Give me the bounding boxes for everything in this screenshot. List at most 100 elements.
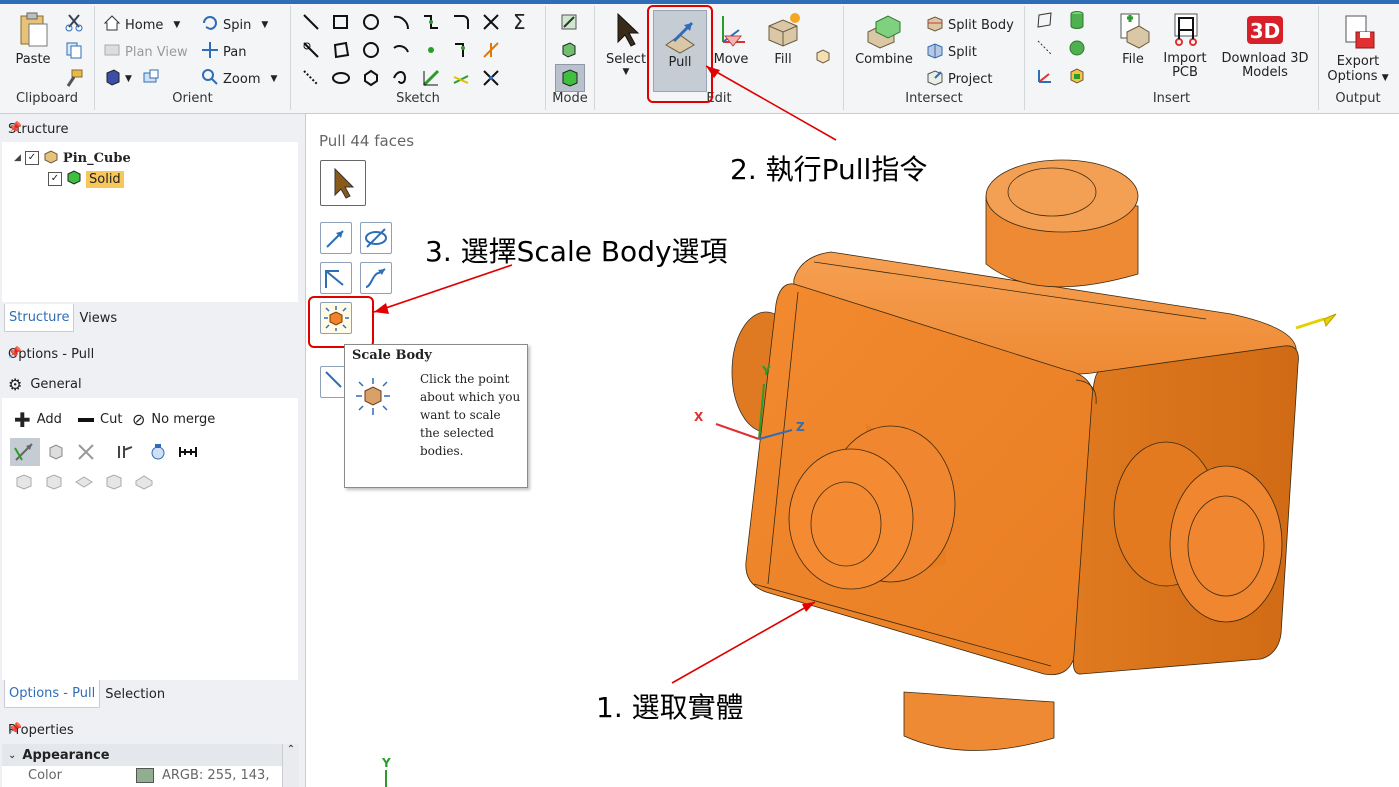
color-swatch[interactable] xyxy=(136,768,154,783)
project-curve-icon[interactable] xyxy=(451,68,471,88)
view-select-icon[interactable] xyxy=(142,68,160,90)
cut-option[interactable]: Cut xyxy=(78,412,122,427)
ruler-option-icon[interactable] xyxy=(178,442,198,462)
view-cube-dropdown-icon[interactable]: ▼ xyxy=(125,74,132,84)
axis-icon[interactable] xyxy=(1035,38,1055,58)
origin-icon[interactable] xyxy=(1035,66,1055,86)
tangent-line-icon[interactable] xyxy=(301,40,321,60)
select-button[interactable]: Select ▼ xyxy=(603,10,649,77)
download-3d-models-button[interactable]: 3D Download 3D Models xyxy=(1219,10,1311,80)
zoom-button[interactable]: Zoom ▼ xyxy=(201,68,277,90)
tab-options-pull[interactable]: Options - Pull xyxy=(4,680,101,708)
split-body-button[interactable]: Split Body xyxy=(926,14,1014,36)
view-cube-button[interactable]: ▼ xyxy=(103,68,160,90)
split-button[interactable]: Split xyxy=(926,41,977,63)
color-property-value[interactable]: ARGB: 255, 143, xyxy=(162,768,269,783)
measure-option-icon[interactable] xyxy=(148,442,168,462)
line-icon[interactable] xyxy=(301,12,321,32)
corner-icon[interactable] xyxy=(451,40,471,60)
front-pin-cap[interactable] xyxy=(788,448,914,590)
face-option-icon-3[interactable] xyxy=(74,472,94,492)
tree-root-row[interactable]: ◢ ✓ Pin_Cube xyxy=(14,148,131,168)
spline-icon[interactable] xyxy=(391,68,411,88)
copy-icon[interactable] xyxy=(64,40,84,60)
sweep-option-icon[interactable] xyxy=(76,442,96,462)
insert-file-button[interactable]: File xyxy=(1113,10,1153,67)
right-pin-cap[interactable] xyxy=(1169,465,1283,623)
offset-icon[interactable] xyxy=(421,12,441,32)
pin-icon[interactable]: 📌 xyxy=(8,722,290,735)
plan-view-button[interactable]: Plan View xyxy=(103,41,188,63)
polygon-icon[interactable] xyxy=(331,40,351,60)
ellipse-icon[interactable] xyxy=(331,68,351,88)
draft-option-icon[interactable] xyxy=(116,442,136,462)
checkbox-icon[interactable]: ✓ xyxy=(24,151,39,165)
tab-selection[interactable]: Selection xyxy=(100,680,170,708)
polygon-circle-icon[interactable] xyxy=(361,68,381,88)
general-section-header[interactable]: ⚙ General xyxy=(2,370,298,398)
spin-button[interactable]: Spin ▼ xyxy=(201,14,268,36)
arc-3pt-icon[interactable] xyxy=(391,40,411,60)
cylinder-icon[interactable] xyxy=(1067,10,1087,30)
point-icon[interactable] xyxy=(421,40,441,60)
project-button[interactable]: Project xyxy=(926,68,992,90)
face-option-icon-4[interactable] xyxy=(104,472,124,492)
arc-icon[interactable] xyxy=(391,12,411,32)
extend-icon[interactable] xyxy=(481,40,501,60)
face-option-icon-1[interactable] xyxy=(14,472,34,492)
equation-icon[interactable]: Σ xyxy=(513,10,533,34)
pan-button[interactable]: Pan xyxy=(201,41,246,63)
circle-icon[interactable] xyxy=(361,12,381,32)
format-painter-icon[interactable] xyxy=(64,68,84,88)
construction-line-icon[interactable] xyxy=(301,68,321,88)
bottom-pin[interactable] xyxy=(903,691,1055,751)
paste-button[interactable]: Paste xyxy=(10,10,56,67)
spin-dropdown-icon[interactable]: ▼ xyxy=(261,20,268,30)
pin-icon[interactable]: 📌 xyxy=(8,121,290,134)
pull-direction-arrow[interactable] xyxy=(1295,317,1325,330)
checkbox-icon[interactable]: ✓ xyxy=(48,172,62,186)
bend-icon[interactable] xyxy=(421,68,441,88)
edit-extra-icon[interactable] xyxy=(813,46,833,66)
export-options-button[interactable]: Export Options ▼ xyxy=(1323,12,1393,86)
home-button[interactable]: Home ▼ xyxy=(103,14,180,36)
scroll-up-icon[interactable]: ⌃ xyxy=(283,744,299,755)
plane-icon[interactable] xyxy=(1035,10,1055,30)
revolve-option-icon[interactable] xyxy=(46,442,66,462)
face-option-icon-5[interactable] xyxy=(134,472,154,492)
shell-icon[interactable] xyxy=(1067,66,1087,86)
tooltip-scale-icon xyxy=(353,375,393,423)
circle-3pt-icon[interactable] xyxy=(361,40,381,60)
3d-mode-button[interactable] xyxy=(555,64,585,92)
rectangle-icon[interactable] xyxy=(331,12,351,32)
appearance-section[interactable]: ⌄ Appearance xyxy=(2,744,282,766)
fillet-icon[interactable] xyxy=(451,12,471,32)
sphere-icon[interactable] xyxy=(1067,38,1087,58)
trim-icon[interactable] xyxy=(481,12,501,32)
move-button[interactable]: Move xyxy=(708,10,754,67)
export-dropdown-icon[interactable]: ▼ xyxy=(1382,73,1389,83)
home-dropdown-icon[interactable]: ▼ xyxy=(173,20,180,30)
pull-option-selected[interactable] xyxy=(10,438,40,466)
pin-icon[interactable]: 📌 xyxy=(8,346,290,359)
sketch-mode-icon[interactable] xyxy=(559,12,579,32)
split-line-icon[interactable] xyxy=(481,68,501,88)
select-dropdown-icon[interactable]: ▼ xyxy=(603,67,649,77)
orient-group-title: Orient xyxy=(172,91,213,106)
color-property-label: Color xyxy=(28,768,62,783)
no-merge-option[interactable]: ⊘ No merge xyxy=(132,411,215,427)
cut-icon[interactable] xyxy=(64,12,84,32)
zoom-dropdown-icon[interactable]: ▼ xyxy=(270,74,277,84)
section-mode-icon[interactable] xyxy=(559,40,579,60)
properties-scrollbar[interactable]: ⌃ xyxy=(282,744,299,787)
fill-button[interactable]: Fill xyxy=(760,10,806,67)
face-option-icon-2[interactable] xyxy=(44,472,64,492)
tab-views[interactable]: Views xyxy=(74,304,122,332)
ribbon-top-stripe xyxy=(0,0,1399,4)
tree-child-row[interactable]: ✓ Solid xyxy=(48,169,124,189)
combine-button[interactable]: Combine xyxy=(852,10,916,67)
collapse-icon[interactable]: ◢ xyxy=(14,153,21,163)
add-option[interactable]: ✚ Add xyxy=(14,410,62,430)
tab-structure[interactable]: Structure xyxy=(4,304,75,332)
import-pcb-button[interactable]: Import PCB xyxy=(1161,10,1209,80)
